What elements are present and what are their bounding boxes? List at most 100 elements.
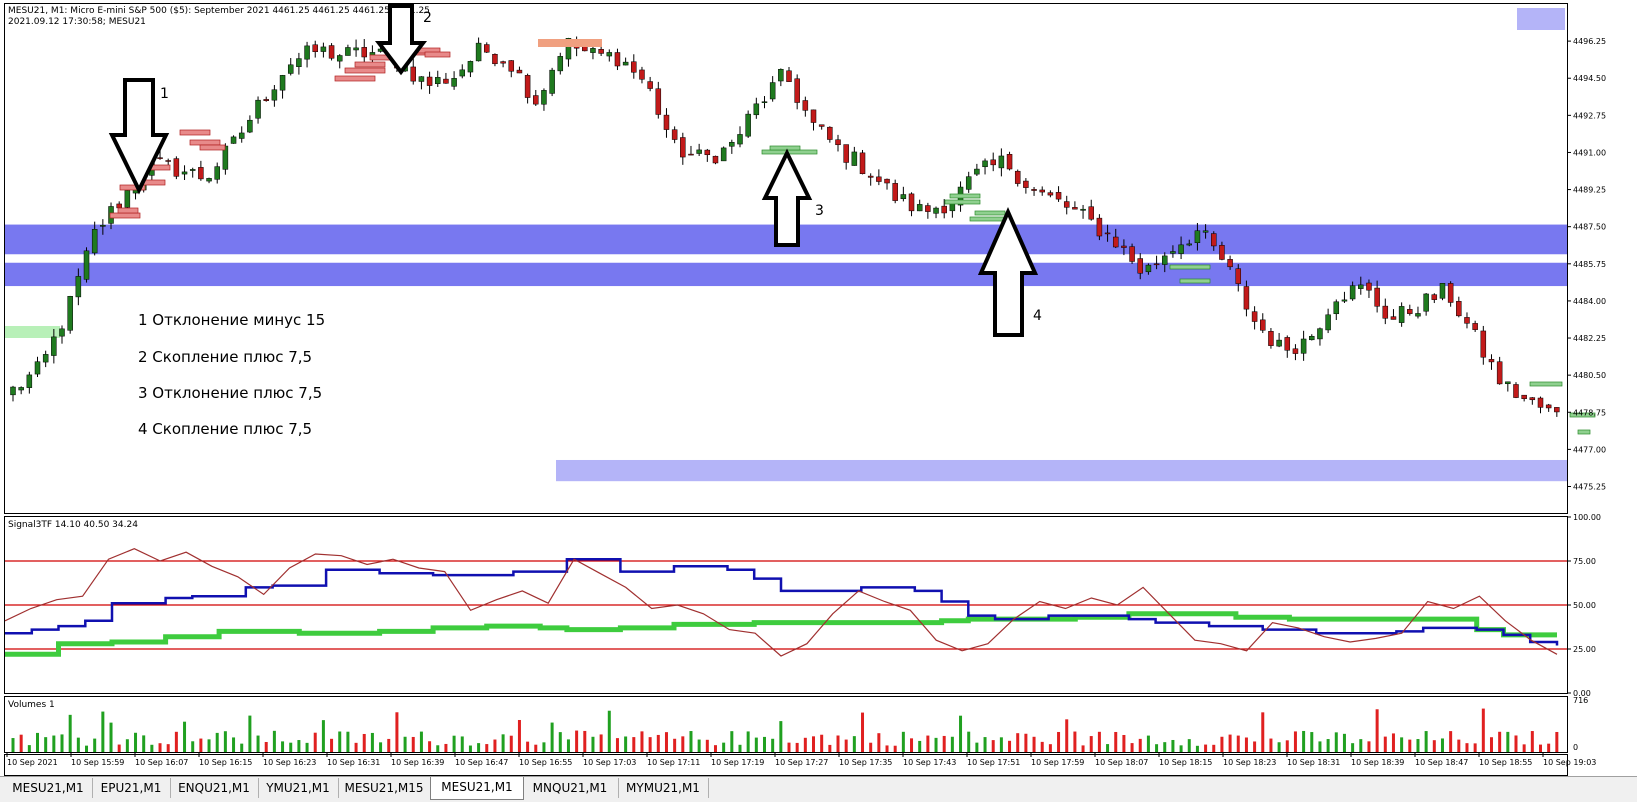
candle-body (1349, 285, 1356, 300)
candle-body (238, 132, 245, 139)
candle-body (10, 386, 16, 396)
candle-body (67, 296, 73, 331)
volume-bar (624, 736, 628, 752)
volume-bar (689, 731, 693, 752)
candle-body (34, 361, 41, 375)
volume-bar (836, 735, 840, 752)
volume-bar (983, 737, 987, 752)
symbol-tab-mymu21-m1[interactable]: MYMU21,M1 (618, 778, 709, 798)
candle-body (1161, 255, 1168, 265)
candle-body (835, 139, 841, 146)
volume-bar (566, 739, 570, 752)
candle-body (426, 76, 433, 86)
x-tick-label: 10 Sep 16:55 (519, 758, 572, 767)
candle-body (925, 205, 931, 212)
volume-bar (125, 739, 129, 752)
symbol-tab-mesu21-m1[interactable]: MESU21,M1 (430, 777, 524, 800)
volume-bar (812, 736, 816, 752)
volume-bar (959, 715, 963, 752)
volume-bar (1522, 744, 1526, 752)
note-1: 1 Отклонение минус 15 (138, 311, 325, 329)
volume-bar (1204, 744, 1208, 752)
volume-bar (1400, 737, 1404, 752)
volume-bar (419, 731, 423, 752)
volume-bar (1424, 731, 1428, 752)
volume-bar (281, 741, 285, 752)
y-tick-label: 25.00 (1573, 645, 1596, 654)
volume-bar (1065, 719, 1069, 752)
note-4: 4 Скопление плюс 7,5 (138, 420, 312, 438)
volume-bar (1334, 732, 1338, 752)
candle-body (410, 66, 417, 82)
volume-bar (1538, 744, 1542, 752)
candle-body (328, 45, 335, 59)
candle-body (622, 61, 629, 66)
volume-bar (166, 744, 170, 752)
x-tick-label: 10 Sep 17:43 (903, 758, 956, 767)
volume-bar (1342, 733, 1346, 752)
candle-body (1513, 384, 1519, 398)
volume-bar (656, 734, 660, 752)
volume-cluster-marker (1577, 429, 1591, 435)
candle-body (843, 144, 849, 163)
candle-body (1072, 207, 1078, 210)
candle-body (1284, 337, 1291, 351)
volume-bar (762, 736, 766, 752)
symbol-tab-mesu21-m15[interactable]: MESU21,M15 (338, 778, 431, 798)
volume-bar (207, 739, 211, 752)
volume-bar (754, 737, 758, 752)
candle-body (818, 124, 825, 127)
volume-bar (150, 744, 154, 752)
volume-bar (1457, 739, 1461, 752)
candle-body (1358, 284, 1364, 289)
volume-bar (36, 732, 40, 752)
candle-body (1447, 283, 1454, 303)
candle-body (745, 113, 751, 137)
candle-body (165, 160, 171, 162)
candle-body (189, 169, 196, 171)
volume-cluster-marker (761, 149, 818, 155)
candle-body (443, 78, 449, 84)
volume-bar (1228, 734, 1232, 752)
candle-body (173, 158, 180, 177)
chart-header-line1: MESU21, M1: Micro E-mini S&P 500 ($5): S… (8, 6, 430, 16)
candle-body (541, 90, 547, 105)
candle-body (1194, 230, 1201, 244)
symbol-tab-epu21-m1[interactable]: EPU21,M1 (92, 778, 171, 798)
volume-bar (534, 744, 538, 752)
volume-bar (240, 743, 244, 752)
volume-bar (1024, 733, 1028, 752)
candle-body (1292, 348, 1299, 354)
volume-bar (101, 711, 105, 752)
y-tick-label: 4482.25 (1573, 334, 1606, 343)
symbol-tab-ymu21-m1[interactable]: YMU21,M1 (258, 778, 339, 798)
y-tick-label: 4492.75 (1573, 111, 1606, 120)
volume-bar (174, 731, 178, 752)
symbol-tab-mesu21-m1[interactable]: MESU21,M1 (4, 778, 93, 798)
candle-body (1488, 359, 1495, 363)
volume-bar (354, 742, 358, 752)
candle-body (1186, 243, 1193, 246)
volume-bar (330, 738, 334, 752)
symbol-tab-mnqu21-m1[interactable]: MNQU21,M1 (522, 778, 619, 798)
volume-bar (526, 741, 530, 752)
volume-bar (134, 732, 138, 752)
candle-body (590, 48, 596, 53)
candle-body (761, 101, 768, 103)
candle-body (753, 103, 760, 116)
volume-bar (648, 737, 652, 752)
volume-bar (1440, 738, 1444, 752)
volume-bar (615, 738, 619, 752)
candle-body (1202, 230, 1209, 233)
volume-bar (387, 738, 391, 752)
volume-bar (1547, 743, 1551, 752)
candle-body (59, 328, 65, 337)
candle-body (1088, 206, 1094, 220)
candle-body (124, 190, 131, 208)
x-tick-label: 10 Sep 18:23 (1223, 758, 1276, 767)
volume-bar (452, 735, 456, 752)
volume-bar (1236, 735, 1240, 752)
volume-cluster-marker (538, 39, 602, 47)
volume-bar (991, 740, 995, 752)
symbol-tab-enqu21-m1[interactable]: ENQU21,M1 (170, 778, 259, 798)
